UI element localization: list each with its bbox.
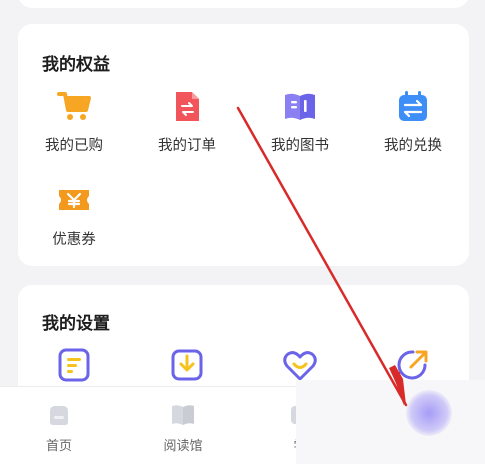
book-icon (285, 93, 315, 120)
settings-item-download[interactable] (139, 347, 235, 383)
tab-home-label: 首页 (45, 439, 72, 454)
tab-reading-hall[interactable]: 阅读馆 (148, 401, 218, 454)
my-purchased-item[interactable]: 我的已购 (26, 88, 122, 155)
tab-reading-hall-label: 阅读馆 (163, 439, 203, 454)
rights-title: 我的权益 (42, 55, 110, 75)
home-icon (50, 406, 68, 425)
blurred-region (296, 380, 485, 464)
coupon-icon (59, 190, 89, 210)
coupon-item[interactable]: 优惠券 (26, 182, 122, 249)
shopping-cart-icon (57, 92, 91, 120)
my-orders-label: 我的订单 (158, 138, 216, 154)
my-orders-item[interactable]: 我的订单 (139, 88, 235, 155)
tab-home[interactable]: 首页 (24, 401, 94, 454)
my-exchange-label: 我的兑换 (384, 138, 442, 154)
settings-item-favorite[interactable] (252, 347, 348, 383)
note-icon (58, 348, 90, 382)
my-exchange-item[interactable]: 我的兑换 (365, 88, 461, 155)
share-icon (397, 350, 428, 380)
reading-hall-icon (172, 405, 194, 425)
settings-item-notes[interactable] (26, 347, 122, 383)
previous-card (18, 0, 469, 8)
heart-icon (283, 351, 317, 381)
my-books-item[interactable]: 我的图书 (252, 88, 348, 155)
my-purchased-label: 我的已购 (45, 138, 103, 154)
order-doc-icon (176, 92, 199, 121)
coupon-label: 优惠券 (52, 232, 96, 248)
settings-title: 我的设置 (42, 314, 110, 334)
settings-item-share[interactable] (365, 347, 461, 383)
my-books-label: 我的图书 (271, 138, 329, 154)
blurred-purple-icon (406, 390, 452, 436)
download-icon (171, 349, 203, 381)
exchange-icon (399, 91, 427, 121)
rights-card: 我的权益 我的已购 我的订单 我的图书 我的兑换 优惠券 (18, 24, 469, 266)
